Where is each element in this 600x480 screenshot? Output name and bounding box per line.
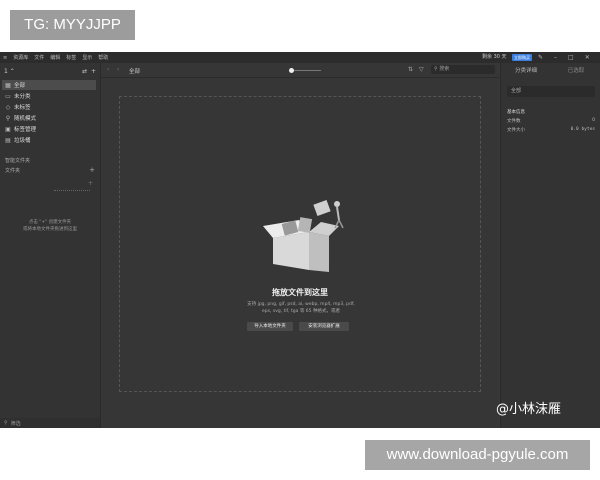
tag-icon: ◇ [5,103,11,111]
file-count-label: 文件数 [507,119,521,124]
sidebar-item-untagged[interactable]: ◇ 未标签 [2,102,96,112]
hint-line: 或将本地文件夹拖进到这里 [23,227,77,232]
sidebar-item-random[interactable]: ⚲ 随机模式 [2,113,96,123]
file-size-value: 0.0 bytes [570,127,595,132]
content-area: 拖放文件到这里 支持 jpg, png, gif, psd, ai, webp,… [101,78,499,428]
folder-heading-label: 文件夹 [5,168,21,174]
sidebar-item-all[interactable]: ▦ 全部 [2,80,96,90]
close-icon[interactable]: ✕ [585,54,590,61]
add-icon[interactable]: + [91,68,96,75]
app-window: ≡ 资源库 文件 编辑 标签 显示 帮助 剩余 30 天 立即购买 ✎ – □ … [0,52,600,428]
install-extension-button[interactable]: 安装浏览器扩展 [299,322,349,331]
tg-label: TG: MYYJJPP [10,10,135,40]
search-input[interactable]: ⚲ 搜索 [431,65,495,74]
basic-info-heading: 基本信息 [507,109,595,115]
sidebar-item-uncategorized[interactable]: ▭ 未分类 [2,91,96,101]
sidebar-item-tag-manager[interactable]: ▣ 标签管理 [2,124,96,134]
minimize-icon[interactable]: – [554,54,557,61]
file-size-row: 文件大小 0.0 bytes [507,127,595,133]
format-line: 支持 jpg, png, gif, psd, ai, webp, mp4, mp… [247,302,355,307]
menu-bar: ≡ 资源库 文件 编辑 标签 显示 帮助 [3,52,108,63]
empty-folder-hint: 点击 "+" 创建文件夹 或将本地文件夹拖进到这里 [10,219,90,233]
file-count-value: 0 [592,118,595,123]
drop-zone-title: 拖放文件到这里 [272,288,328,297]
sort-order-icon[interactable]: ⇅ [408,66,413,73]
menu-tags[interactable]: 标签 [66,54,76,61]
sidebar-filter-placeholder: 筛选 [10,420,21,427]
collapse-add-icon[interactable]: + [88,180,93,187]
sidebar: 1 ⌃ ⇄ + ▦ 全部 ▭ 未分类 ◇ 未标签 ⚲ 随机模式 ▣ 标签管理 ▤… [0,63,101,428]
basic-info-title: 基本信息 [507,110,525,115]
library-chevron-icon: ⌃ [9,67,15,75]
hint-line: 点击 "+" 创建文件夹 [28,220,72,225]
inspector-panel: 分类详细 已选取 全部 基本信息 文件数 0 文件大小 0.0 bytes [500,63,600,428]
search-placeholder: 搜索 [439,66,450,72]
app-menu-icon[interactable]: ≡ [3,55,7,61]
menu-view[interactable]: 显示 [82,54,92,61]
category-name-field[interactable]: 全部 [507,86,595,97]
watermark-text: @小林沫雁 [496,402,562,417]
filter-icon[interactable]: ▽ [419,66,424,73]
inspector-tabs: 分类详细 已选取 [501,66,600,74]
zoom-slider[interactable] [291,70,321,71]
window-controls: ✎ – □ ✕ [538,52,590,63]
sidebar-item-label: 随机模式 [14,116,37,122]
breadcrumb[interactable]: 全部 [129,67,140,75]
smart-folder-heading: 智能文件夹 [5,158,31,164]
back-icon[interactable]: ‹ [107,66,109,73]
menu-library[interactable]: 资源库 [13,54,28,61]
library-switcher[interactable]: 1 ⌃ ⇄ + [4,66,96,76]
open-box-illustration-icon [263,199,344,272]
add-folder-icon[interactable]: + [89,166,95,174]
file-count-row: 文件数 0 [507,118,595,124]
trash-icon: ▤ [5,136,11,144]
buy-now-button[interactable]: 立即购买 [512,54,532,61]
sidebar-item-label: 未标签 [14,105,31,111]
file-size-label: 文件大小 [507,128,525,133]
zoom-slider-handle[interactable] [289,68,294,73]
sidebar-item-label: 垃圾桶 [14,138,31,144]
format-line: eps, svg, tif, tga 等 65 种格式，或者 [262,309,340,314]
grid-icon: ▦ [5,81,11,89]
tab-category-details[interactable]: 分类详细 [501,66,551,74]
maximize-icon[interactable]: □ [568,54,574,61]
download-label: www.download-pgyule.com [365,440,590,470]
sort-icon[interactable]: ⇄ [82,68,87,75]
sidebar-item-trash[interactable]: ▤ 垃圾桶 [2,135,96,145]
forward-icon[interactable]: › [117,66,119,73]
tag-manage-icon: ▣ [5,125,11,133]
menu-help[interactable]: 帮助 [98,54,108,61]
sidebar-filter[interactable]: ⚲ 筛选 [0,418,100,428]
folder-heading: 文件夹 + [5,166,95,174]
shuffle-icon: ⚲ [5,114,11,122]
search-icon: ⚲ [4,420,8,426]
drop-zone-description: 支持 jpg, png, gif, psd, ai, webp, mp4, mp… [236,301,366,315]
trial-days-text: 剩余 30 天 [482,54,507,60]
sidebar-item-label: 标签管理 [14,127,37,133]
sidebar-item-label: 未分类 [14,94,31,100]
titlebar: ≡ 资源库 文件 编辑 标签 显示 帮助 剩余 30 天 立即购买 ✎ – □ … [0,52,600,63]
divider [54,190,90,191]
folder-icon: ▭ [5,92,11,100]
menu-file[interactable]: 文件 [34,54,44,61]
search-icon: ⚲ [434,66,438,72]
tab-selected[interactable]: 已选取 [551,66,600,74]
menu-edit[interactable]: 编辑 [50,54,60,61]
library-name: 1 [4,67,8,75]
pin-icon[interactable]: ✎ [538,54,543,61]
sidebar-item-label: 全部 [14,83,26,89]
import-folder-button[interactable]: 导入本地文件夹 [247,322,293,331]
toolbar: ‹ › 全部 ⇅ ▽ ⚲ 搜索 [101,63,499,78]
